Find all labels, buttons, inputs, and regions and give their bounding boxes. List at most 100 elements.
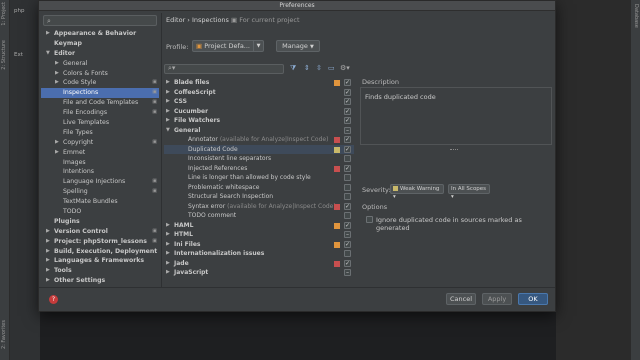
settings-tree-item[interactable]: ▶ Version Control ▣ [41,227,159,237]
chevron-right-icon[interactable]: ▶ [166,230,170,240]
settings-tree-item[interactable]: Language Injections ▣ [41,177,159,187]
settings-tree-item[interactable]: File Encodings ▣ [41,108,159,118]
settings-tree-item[interactable]: ▼ Editor [41,49,159,59]
inspection-row[interactable]: ▶ HAML ✓ [164,221,354,231]
chevron-down-icon[interactable]: ▼ [166,126,170,136]
inspection-row[interactable]: Inconsistent line separators [164,154,354,164]
settings-tree-item[interactable]: Spelling ▣ [41,187,159,197]
settings-search-input[interactable]: ⌕ [43,15,157,26]
inspection-checkbox[interactable]: ✓ [344,240,351,248]
chevron-right-icon[interactable]: ▶ [55,69,59,79]
settings-tree-item[interactable]: Live Templates [41,118,159,128]
chevron-right-icon[interactable]: ▶ [55,138,59,148]
inspection-checkbox[interactable] [344,183,351,191]
inspection-checkbox[interactable]: ✓ [344,221,351,229]
ignore-generated-checkbox[interactable] [366,216,373,223]
settings-tree-item[interactable]: ▶ Colors & Fonts [41,69,159,79]
inspection-checkbox[interactable]: ✓ [344,164,351,172]
chevron-right-icon[interactable]: ▶ [46,266,50,276]
apply-button[interactable]: Apply [482,293,512,305]
scope-select[interactable]: In All Scopes ▾ [448,184,490,200]
inspection-checkbox[interactable]: – [344,231,351,238]
manage-button[interactable]: Manage ▼ [276,40,320,52]
help-button[interactable]: ? [49,295,58,304]
chevron-right-icon[interactable]: ▶ [46,227,50,237]
database-tool-tab[interactable]: Database [633,4,639,28]
chevron-right-icon[interactable]: ▶ [55,59,59,69]
chevron-right-icon[interactable]: ▶ [46,237,50,247]
splitter-handle[interactable] [450,149,458,150]
inspection-row[interactable]: ▶ JavaScript – [164,268,354,278]
settings-tree-item[interactable]: ▶ General [41,59,159,69]
settings-tree-item[interactable]: Keymap [41,39,159,49]
profile-select[interactable]: ▣ Project Defa... ▼ [192,40,264,52]
chevron-right-icon[interactable]: ▶ [46,29,50,39]
severity-select[interactable]: Weak Warning ▾ [390,184,444,200]
inspection-checkbox[interactable]: ✓ [344,107,351,115]
inspection-row[interactable]: ▼ General – [164,126,354,136]
inspection-row[interactable]: ▶ Ini Files ✓ [164,240,354,250]
chevron-right-icon[interactable]: ▶ [166,259,170,269]
cancel-button[interactable]: Cancel [446,293,476,305]
inspection-checkbox[interactable]: ✓ [344,259,351,267]
settings-tree-item[interactable]: ▶ Other Settings [41,276,159,286]
settings-tree-item[interactable]: TODO [41,207,159,217]
ignore-generated-label[interactable]: Ignore duplicated code in sources marked… [376,216,555,232]
gear-icon[interactable]: ⚙▾ [340,64,350,72]
chevron-right-icon[interactable]: ▶ [166,221,170,231]
settings-tree-item[interactable]: ▶ Tools [41,266,159,276]
inspection-row[interactable]: ▶ CoffeeScript ✓ [164,88,354,98]
chevron-down-icon[interactable]: ▼ [46,49,50,59]
chevron-right-icon[interactable]: ▶ [46,247,50,257]
settings-tree-item[interactable]: ▶ Emmet [41,148,159,158]
inspection-row[interactable]: Injected References ✓ [164,164,354,174]
reset-icon[interactable]: ▭ [328,64,335,72]
project-tool-tab[interactable]: 1: Project [1,2,7,26]
inspection-row[interactable]: ▶ Jade ✓ [164,259,354,269]
inspection-checkbox[interactable] [344,250,351,257]
inspection-row[interactable]: Structural Search Inspection [164,192,354,202]
structure-tool-tab[interactable]: 2: Structure [1,40,7,70]
chevron-right-icon[interactable]: ▶ [55,78,59,88]
chevron-right-icon[interactable]: ▶ [166,78,170,88]
chevron-right-icon[interactable]: ▶ [166,268,170,278]
chevron-right-icon[interactable]: ▶ [166,88,170,98]
inspection-checkbox[interactable]: ✓ [344,202,351,210]
inspection-row[interactable]: ▶ Internationalization issues [164,249,354,259]
chevron-right-icon[interactable]: ▶ [55,148,59,158]
favorites-tool-tab[interactable]: 2: Favorites [1,320,7,349]
settings-tree-item[interactable]: ▶ Code Style ▣ [41,78,159,88]
settings-tree-item[interactable]: ▶ Appearance & Behavior [41,29,159,39]
settings-tree-item[interactable]: ▶ Languages & Frameworks [41,256,159,266]
inspection-checkbox[interactable]: ✓ [344,88,351,96]
inspection-checkbox[interactable]: ✓ [344,145,351,153]
inspection-row[interactable]: ▶ CSS ✓ [164,97,354,107]
chevron-right-icon[interactable]: ▶ [46,276,50,286]
inspection-checkbox[interactable]: ✓ [344,98,351,105]
chevron-right-icon[interactable]: ▶ [46,256,50,266]
inspection-checkbox[interactable]: ✓ [344,79,351,86]
inspection-checkbox[interactable] [344,155,351,162]
settings-tree-item[interactable]: Inspections ▣ [41,88,159,99]
inspection-checkbox[interactable]: ✓ [344,117,351,124]
settings-tree-item[interactable]: Intentions [41,167,159,177]
inspection-row[interactable]: Problematic whitespace [164,183,354,193]
collapse-all-icon[interactable]: ⇳ [316,64,322,72]
inspection-row[interactable]: ▶ HTML – [164,230,354,240]
filter-icon[interactable]: ⧩ [290,64,296,73]
settings-tree-item[interactable]: ▶ Project: phpStorm_lessons ▣ [41,237,159,247]
chevron-right-icon[interactable]: ▶ [166,107,170,117]
inspection-checkbox[interactable]: – [344,126,351,134]
chevron-right-icon[interactable]: ▶ [166,97,170,107]
ok-button[interactable]: OK [518,293,548,305]
inspection-checkbox[interactable]: ✓ [344,136,351,143]
expand-all-icon[interactable]: ⇕ [304,64,310,72]
chevron-right-icon[interactable]: ▶ [166,240,170,250]
inspection-row[interactable]: Annotator (available for Analyze|Inspect… [164,135,354,145]
inspection-row[interactable]: ▶ Cucumber ✓ [164,107,354,117]
settings-tree-item[interactable]: ▶ Build, Execution, Deployment [41,247,159,257]
settings-tree-item[interactable]: Images [41,158,159,168]
inspection-checkbox[interactable] [344,193,351,200]
inspection-row[interactable]: TODO comment [164,211,354,221]
inspection-row[interactable]: Line is longer than allowed by code styl… [164,173,354,183]
